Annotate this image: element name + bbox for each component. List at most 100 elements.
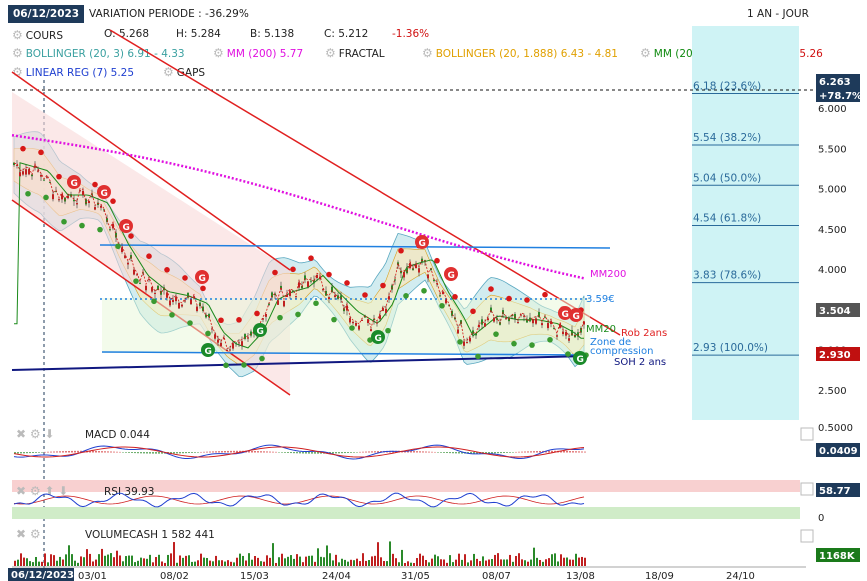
gap-marker-text: G <box>448 271 455 281</box>
volume-bar <box>74 560 76 566</box>
volume-bar <box>23 557 25 566</box>
candle-body <box>235 342 237 344</box>
volume-bar <box>494 554 496 566</box>
x-tick-label: 15/03 <box>240 571 269 581</box>
volume-bar <box>65 554 67 566</box>
volume-bar <box>218 560 220 566</box>
volume-bar <box>377 542 379 566</box>
volume-bar <box>347 561 349 566</box>
macd-hist <box>584 451 586 453</box>
macd-hist <box>446 452 448 454</box>
candle-body <box>418 268 420 273</box>
macd-hist <box>41 452 43 453</box>
fib-label: 2.93 (100.0%) <box>693 342 768 354</box>
candle-body <box>445 299 447 304</box>
fractal-up <box>434 257 440 264</box>
candle-body <box>394 279 396 281</box>
macd-hist <box>137 452 139 454</box>
volume-bar <box>290 555 292 566</box>
macd-hist <box>227 450 229 453</box>
macd-hist <box>203 451 205 453</box>
macd-hist <box>197 452 199 453</box>
candle-body <box>361 319 363 321</box>
volume-bar <box>320 556 322 566</box>
panel-checkbox <box>800 427 814 441</box>
macd-hist <box>218 451 220 453</box>
volume-bar <box>335 554 337 566</box>
candle-body <box>247 337 249 339</box>
candle-body <box>532 318 534 324</box>
candle-body <box>127 262 129 265</box>
macd-hist <box>173 452 175 454</box>
volume-bar <box>491 559 493 566</box>
macd-hist <box>449 452 451 454</box>
volume-bar <box>383 560 385 566</box>
fractal-down <box>169 312 175 318</box>
volume-bar <box>236 557 238 566</box>
rsi-axis-bottom: 0 <box>818 513 824 524</box>
macd-hist <box>47 451 49 453</box>
candle-body <box>94 207 96 210</box>
volume-bar <box>497 553 499 566</box>
volume-bar <box>98 554 100 566</box>
volume-bar <box>263 561 265 566</box>
volume-bar <box>173 542 175 566</box>
fractal-down <box>205 330 211 337</box>
volume-bar <box>260 561 262 566</box>
volume-bar <box>323 557 325 566</box>
fractal-down <box>493 331 499 337</box>
macd-hist <box>437 452 439 453</box>
macd-hist <box>32 452 34 453</box>
macd-hist <box>122 452 124 453</box>
volume-bar <box>557 561 559 566</box>
candle-body <box>172 299 174 303</box>
candle-body <box>535 318 537 324</box>
macd-hist <box>269 451 271 453</box>
macd-hist <box>362 451 364 453</box>
volume-controls: ✖ ⚙ <box>16 527 41 541</box>
stock-chart[interactable]: 6.18 (23.6%) 5.54 (38.2%) 5.04 (50.0%) 4.54… <box>0 0 867 581</box>
macd-hist <box>191 452 193 453</box>
x-tick-label: 24/10 <box>726 571 755 581</box>
macd-hist <box>209 451 211 453</box>
candle-body <box>61 194 63 200</box>
volume-bar <box>113 557 115 566</box>
macd-hist <box>281 452 283 453</box>
volume-bar <box>350 559 352 566</box>
soh-line <box>11 355 589 371</box>
candle-body <box>529 317 531 322</box>
gap-marker-text: G <box>562 310 569 320</box>
volume-bar <box>248 553 250 566</box>
volume-bar <box>215 555 217 566</box>
fractal-down <box>43 194 49 201</box>
rsi-oversold-zone <box>12 507 800 519</box>
macd-hist <box>107 451 109 453</box>
gap-marker-text: G <box>205 347 212 357</box>
volume-bar <box>542 561 544 566</box>
candle-body <box>181 304 183 307</box>
candle-body <box>562 331 564 335</box>
volume-bar <box>533 547 535 566</box>
macd-hist <box>77 450 79 453</box>
volume-bar <box>302 562 304 566</box>
volume-bar <box>341 558 343 566</box>
macd-hist <box>350 452 352 453</box>
fractal-down <box>241 362 247 368</box>
volume-bar <box>185 555 187 566</box>
candle-body <box>232 343 234 349</box>
volume-bar <box>53 555 55 566</box>
macd-badge-text: 0.0409 <box>819 446 858 457</box>
macd-hist <box>290 452 292 454</box>
candle-body <box>370 329 372 332</box>
macd-hist <box>113 451 115 453</box>
volume-bar <box>71 554 73 566</box>
volume-bar <box>395 558 397 566</box>
volume-bar <box>344 559 346 566</box>
macd-hist <box>296 452 298 454</box>
candle-body <box>277 300 279 305</box>
macd-hist <box>353 452 355 453</box>
fractal-down <box>403 292 409 299</box>
macd-hist <box>284 452 286 453</box>
macd-hist <box>500 452 502 454</box>
macd-hist <box>338 452 340 454</box>
